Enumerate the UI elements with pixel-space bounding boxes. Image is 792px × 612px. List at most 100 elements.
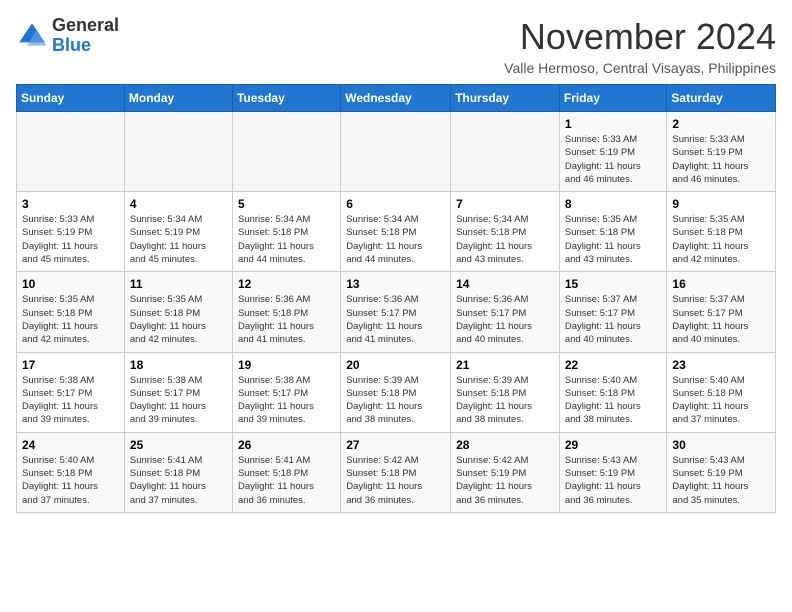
col-header-saturday: Saturday (667, 85, 776, 112)
day-info: Sunrise: 5:36 AM Sunset: 5:18 PM Dayligh… (238, 293, 335, 346)
week-row-2: 3 Sunrise: 5:33 AM Sunset: 5:19 PM Daylig… (17, 192, 776, 272)
calendar-cell: 25 Sunrise: 5:41 AM Sunset: 5:18 PM Dayli… (124, 432, 232, 512)
day-info: Sunrise: 5:35 AM Sunset: 5:18 PM Dayligh… (672, 213, 770, 266)
day-number: 26 (238, 438, 335, 452)
day-info: Sunrise: 5:34 AM Sunset: 5:18 PM Dayligh… (346, 213, 445, 266)
day-info: Sunrise: 5:34 AM Sunset: 5:18 PM Dayligh… (238, 213, 335, 266)
col-header-wednesday: Wednesday (341, 85, 451, 112)
day-info: Sunrise: 5:33 AM Sunset: 5:19 PM Dayligh… (565, 133, 662, 186)
calendar-cell: 17 Sunrise: 5:38 AM Sunset: 5:17 PM Dayli… (17, 352, 125, 432)
logo-blue-text: Blue (52, 35, 91, 55)
day-number: 20 (346, 358, 445, 372)
calendar-cell: 28 Sunrise: 5:42 AM Sunset: 5:19 PM Dayli… (451, 432, 560, 512)
day-info: Sunrise: 5:33 AM Sunset: 5:19 PM Dayligh… (22, 213, 119, 266)
calendar-cell: 7 Sunrise: 5:34 AM Sunset: 5:18 PM Daylig… (451, 192, 560, 272)
day-number: 6 (346, 197, 445, 211)
day-info: Sunrise: 5:35 AM Sunset: 5:18 PM Dayligh… (22, 293, 119, 346)
week-row-4: 17 Sunrise: 5:38 AM Sunset: 5:17 PM Dayli… (17, 352, 776, 432)
day-info: Sunrise: 5:39 AM Sunset: 5:18 PM Dayligh… (346, 374, 445, 427)
calendar-cell: 18 Sunrise: 5:38 AM Sunset: 5:17 PM Dayli… (124, 352, 232, 432)
month-title: November 2024 (504, 16, 776, 58)
day-info: Sunrise: 5:36 AM Sunset: 5:17 PM Dayligh… (346, 293, 445, 346)
calendar-cell (341, 112, 451, 192)
col-header-sunday: Sunday (17, 85, 125, 112)
day-number: 2 (672, 117, 770, 131)
day-info: Sunrise: 5:38 AM Sunset: 5:17 PM Dayligh… (22, 374, 119, 427)
day-number: 3 (22, 197, 119, 211)
day-number: 17 (22, 358, 119, 372)
calendar-cell (232, 112, 340, 192)
calendar-cell: 10 Sunrise: 5:35 AM Sunset: 5:18 PM Dayli… (17, 272, 125, 352)
logo: General Blue (16, 16, 119, 56)
day-number: 14 (456, 277, 554, 291)
calendar-cell: 26 Sunrise: 5:41 AM Sunset: 5:18 PM Dayli… (232, 432, 340, 512)
calendar-cell: 14 Sunrise: 5:36 AM Sunset: 5:17 PM Dayli… (451, 272, 560, 352)
day-info: Sunrise: 5:38 AM Sunset: 5:17 PM Dayligh… (130, 374, 227, 427)
calendar-cell: 30 Sunrise: 5:43 AM Sunset: 5:19 PM Dayli… (667, 432, 776, 512)
calendar-cell: 4 Sunrise: 5:34 AM Sunset: 5:19 PM Daylig… (124, 192, 232, 272)
calendar-header-row: SundayMondayTuesdayWednesdayThursdayFrid… (17, 85, 776, 112)
calendar-cell: 11 Sunrise: 5:35 AM Sunset: 5:18 PM Dayli… (124, 272, 232, 352)
calendar-cell: 3 Sunrise: 5:33 AM Sunset: 5:19 PM Daylig… (17, 192, 125, 272)
page-header: General Blue November 2024 Valle Hermoso… (16, 16, 776, 76)
day-number: 16 (672, 277, 770, 291)
day-info: Sunrise: 5:40 AM Sunset: 5:18 PM Dayligh… (22, 454, 119, 507)
day-info: Sunrise: 5:36 AM Sunset: 5:17 PM Dayligh… (456, 293, 554, 346)
day-info: Sunrise: 5:35 AM Sunset: 5:18 PM Dayligh… (130, 293, 227, 346)
day-info: Sunrise: 5:35 AM Sunset: 5:18 PM Dayligh… (565, 213, 662, 266)
calendar-cell: 6 Sunrise: 5:34 AM Sunset: 5:18 PM Daylig… (341, 192, 451, 272)
col-header-tuesday: Tuesday (232, 85, 340, 112)
calendar-cell: 16 Sunrise: 5:37 AM Sunset: 5:17 PM Dayli… (667, 272, 776, 352)
day-info: Sunrise: 5:41 AM Sunset: 5:18 PM Dayligh… (130, 454, 227, 507)
day-number: 7 (456, 197, 554, 211)
day-number: 28 (456, 438, 554, 452)
calendar-table: SundayMondayTuesdayWednesdayThursdayFrid… (16, 84, 776, 513)
calendar-cell: 13Sunrise: 5:36 AM Sunset: 5:17 PM Dayli… (341, 272, 451, 352)
day-info: Sunrise: 5:40 AM Sunset: 5:18 PM Dayligh… (565, 374, 662, 427)
day-number: 5 (238, 197, 335, 211)
day-number: 24 (22, 438, 119, 452)
day-info: Sunrise: 5:40 AM Sunset: 5:18 PM Dayligh… (672, 374, 770, 427)
calendar-cell: 12Sunrise: 5:36 AM Sunset: 5:18 PM Dayli… (232, 272, 340, 352)
day-info: Sunrise: 5:41 AM Sunset: 5:18 PM Dayligh… (238, 454, 335, 507)
week-row-5: 24 Sunrise: 5:40 AM Sunset: 5:18 PM Dayli… (17, 432, 776, 512)
calendar-cell: 23 Sunrise: 5:40 AM Sunset: 5:18 PM Dayli… (667, 352, 776, 432)
day-info: Sunrise: 5:33 AM Sunset: 5:19 PM Dayligh… (672, 133, 770, 186)
day-number: 9 (672, 197, 770, 211)
day-number: 8 (565, 197, 662, 211)
calendar-cell: 9 Sunrise: 5:35 AM Sunset: 5:18 PM Daylig… (667, 192, 776, 272)
day-info: Sunrise: 5:34 AM Sunset: 5:19 PM Dayligh… (130, 213, 227, 266)
col-header-friday: Friday (559, 85, 667, 112)
day-number: 15 (565, 277, 662, 291)
calendar-cell: 15 Sunrise: 5:37 AM Sunset: 5:17 PM Dayli… (559, 272, 667, 352)
day-info: Sunrise: 5:43 AM Sunset: 5:19 PM Dayligh… (672, 454, 770, 507)
day-number: 10 (22, 277, 119, 291)
day-info: Sunrise: 5:42 AM Sunset: 5:18 PM Dayligh… (346, 454, 445, 507)
day-info: Sunrise: 5:34 AM Sunset: 5:18 PM Dayligh… (456, 213, 554, 266)
col-header-thursday: Thursday (451, 85, 560, 112)
day-number: 30 (672, 438, 770, 452)
day-number: 21 (456, 358, 554, 372)
logo-general-text: General (52, 15, 119, 35)
day-info: Sunrise: 5:37 AM Sunset: 5:17 PM Dayligh… (672, 293, 770, 346)
day-number: 11 (130, 277, 227, 291)
day-info: Sunrise: 5:38 AM Sunset: 5:17 PM Dayligh… (238, 374, 335, 427)
day-number: 27 (346, 438, 445, 452)
day-number: 1 (565, 117, 662, 131)
day-number: 18 (130, 358, 227, 372)
calendar-cell: 8 Sunrise: 5:35 AM Sunset: 5:18 PM Daylig… (559, 192, 667, 272)
day-number: 4 (130, 197, 227, 211)
calendar-cell: 20 Sunrise: 5:39 AM Sunset: 5:18 PM Dayli… (341, 352, 451, 432)
calendar-cell: 2 Sunrise: 5:33 AM Sunset: 5:19 PM Daylig… (667, 112, 776, 192)
calendar-cell: 22 Sunrise: 5:40 AM Sunset: 5:18 PM Dayli… (559, 352, 667, 432)
day-number: 22 (565, 358, 662, 372)
day-info: Sunrise: 5:43 AM Sunset: 5:19 PM Dayligh… (565, 454, 662, 507)
logo-icon (16, 20, 48, 52)
day-number: 25 (130, 438, 227, 452)
day-info: Sunrise: 5:37 AM Sunset: 5:17 PM Dayligh… (565, 293, 662, 346)
week-row-1: 1 Sunrise: 5:33 AM Sunset: 5:19 PM Daylig… (17, 112, 776, 192)
day-number: 23 (672, 358, 770, 372)
calendar-cell: 29Sunrise: 5:43 AM Sunset: 5:19 PM Dayli… (559, 432, 667, 512)
title-block: November 2024 Valle Hermoso, Central Vis… (504, 16, 776, 76)
day-info: Sunrise: 5:42 AM Sunset: 5:19 PM Dayligh… (456, 454, 554, 507)
